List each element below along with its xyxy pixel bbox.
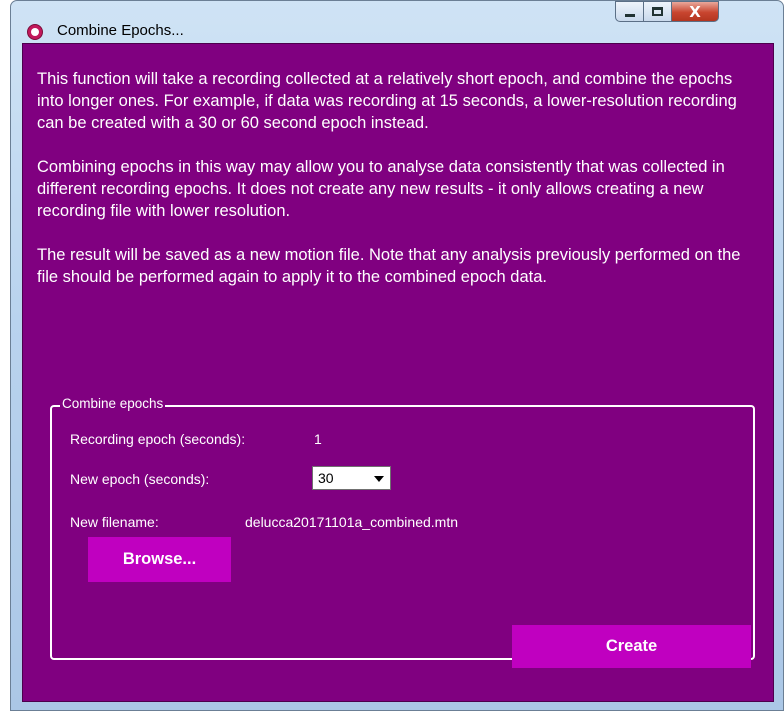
- intro-text: This function will take a recording coll…: [37, 68, 757, 310]
- intro-paragraph-3: The result will be saved as a new motion…: [37, 246, 741, 286]
- maximize-icon: [652, 7, 663, 16]
- close-icon: X: [689, 3, 701, 21]
- dialog-window: Combine Epochs... X This function will t…: [10, 0, 784, 711]
- maximize-button[interactable]: [644, 1, 672, 22]
- new-epoch-select[interactable]: 30: [312, 466, 391, 490]
- new-epoch-label: New epoch (seconds):: [70, 471, 210, 487]
- intro-paragraph-1: This function will take a recording coll…: [37, 70, 737, 132]
- create-button[interactable]: Create: [512, 625, 751, 668]
- chevron-down-icon[interactable]: [374, 476, 384, 482]
- new-filename-label: New filename:: [70, 514, 159, 530]
- new-epoch-selected-value: 30: [318, 470, 334, 486]
- group-legend: Combine epochs: [60, 396, 166, 411]
- title-bar[interactable]: Combine Epochs... X: [11, 1, 783, 43]
- close-button[interactable]: X: [672, 1, 719, 22]
- browse-button[interactable]: Browse...: [88, 537, 231, 582]
- minimize-button[interactable]: [615, 1, 644, 22]
- app-logo-icon: [27, 24, 43, 40]
- caption-buttons: X: [615, 1, 719, 23]
- dialog-content: This function will take a recording coll…: [22, 43, 774, 702]
- recording-epoch-value: 1: [314, 431, 322, 447]
- minimize-icon: [625, 14, 635, 17]
- window-title: Combine Epochs...: [57, 22, 184, 39]
- new-filename-value: delucca20171101a_combined.mtn: [245, 514, 459, 530]
- combine-epochs-group: Combine epochs Recording epoch (seconds)…: [50, 396, 755, 668]
- recording-epoch-label: Recording epoch (seconds):: [70, 431, 246, 447]
- intro-paragraph-2: Combining epochs in this way may allow y…: [37, 158, 725, 220]
